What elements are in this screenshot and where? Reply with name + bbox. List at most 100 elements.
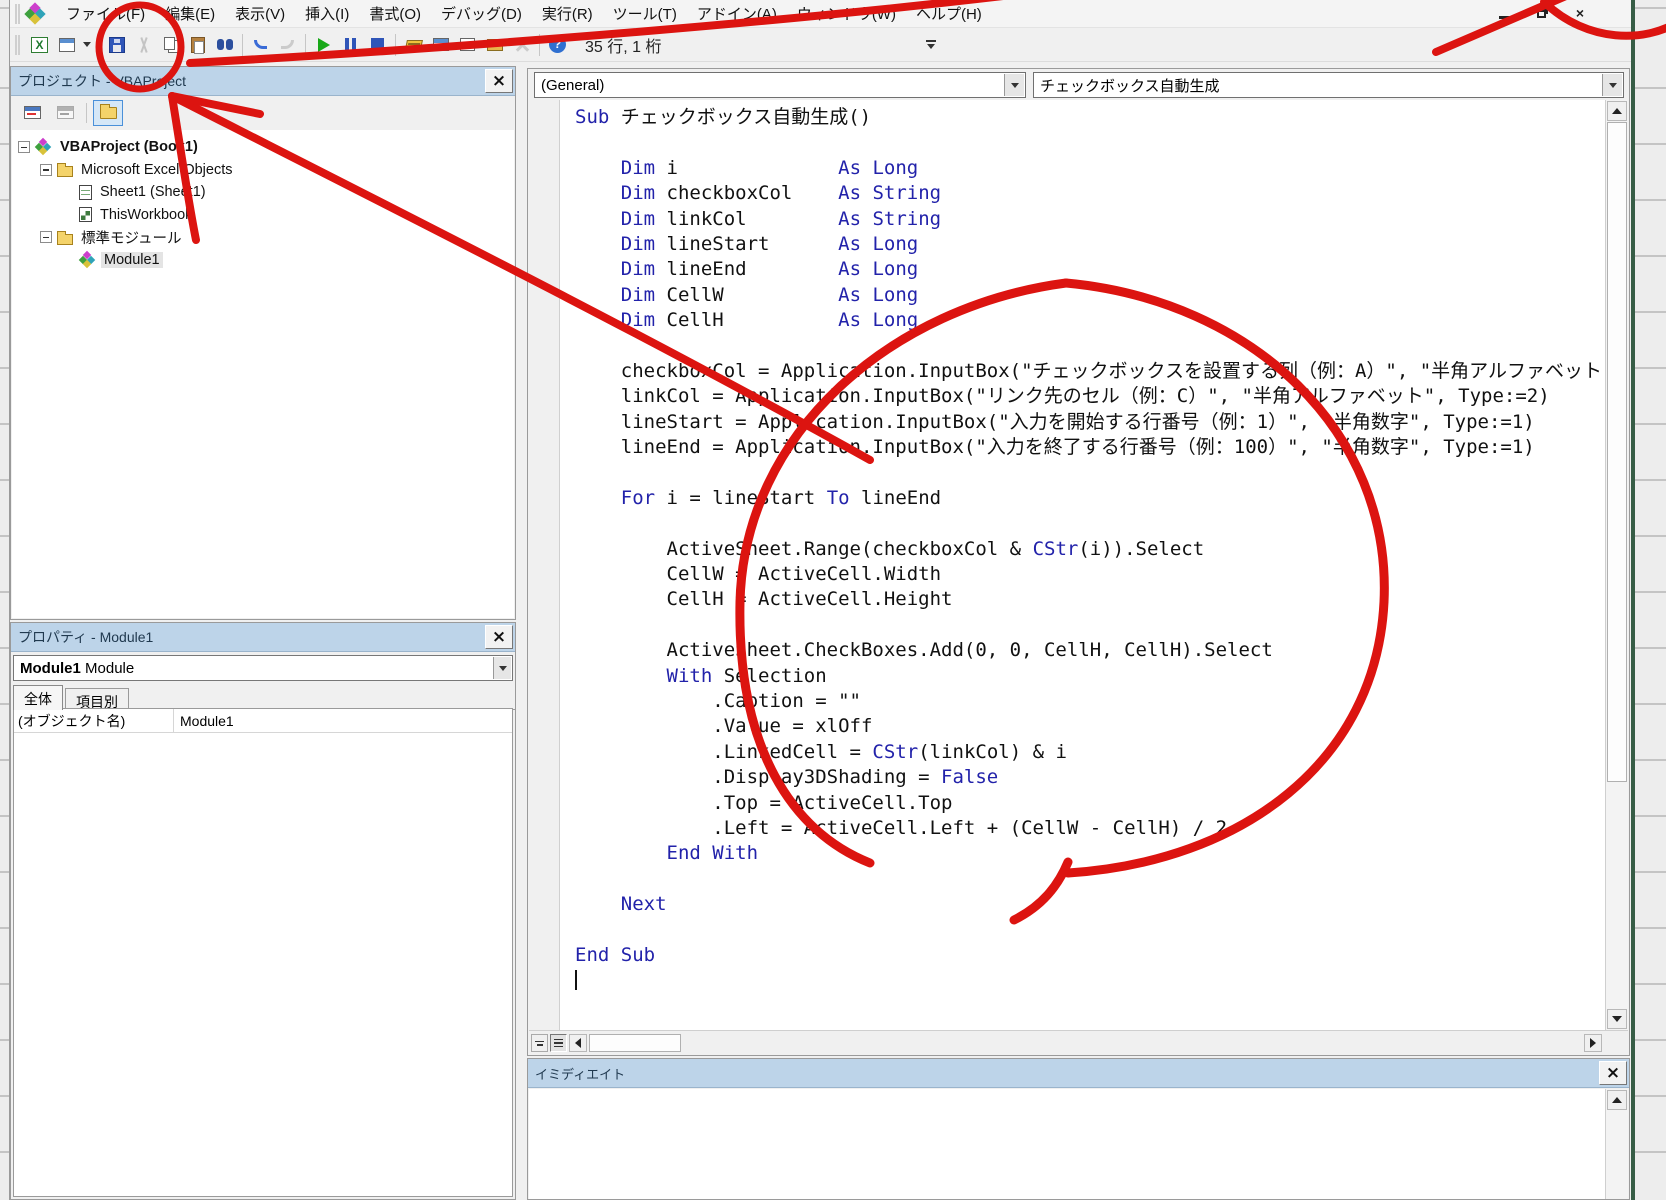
scroll-down-button[interactable] (1607, 1009, 1627, 1029)
tree-item-vbaproject-book1[interactable]: VBAProject (Book1) (18, 136, 514, 159)
undo-button[interactable] (247, 31, 274, 58)
code-line: Dim i As Long (575, 156, 1605, 181)
properties-window-button[interactable] (454, 31, 481, 58)
immediate-panel-close-icon[interactable]: × (1599, 1061, 1627, 1085)
menubar-grip[interactable] (15, 4, 20, 24)
toolbar-options-button[interactable] (922, 32, 940, 56)
chevron-down-icon[interactable] (1004, 74, 1024, 96)
help-button[interactable] (544, 31, 571, 58)
menu-item-7[interactable]: 実行(R) (532, 0, 603, 28)
code-horizontal-scrollbar[interactable] (529, 1030, 1628, 1054)
view-code-button[interactable] (17, 100, 47, 126)
tree-item-thisworkbook[interactable]: ThisWorkbook (18, 204, 514, 227)
scroll-up-button[interactable] (1607, 101, 1627, 121)
properties-window-icon (460, 38, 475, 51)
scrollbar-thumb[interactable] (589, 1034, 681, 1052)
property-value: Module1 (174, 713, 234, 729)
toolbar-separator (539, 34, 540, 56)
menu-bar: ファイル(F)編集(E)表示(V)挿入(I)書式(O)デバッグ(D)実行(R)ツ… (10, 0, 1631, 28)
collapse-icon[interactable] (18, 141, 30, 153)
menu-item-5[interactable]: 書式(O) (359, 0, 431, 28)
code-text[interactable]: Sub チェックボックス自動生成() Dim i As Long Dim che… (561, 100, 1605, 1030)
menu-item-4[interactable]: 挿入(I) (295, 0, 359, 28)
object-dropdown[interactable]: (General) (534, 72, 1026, 98)
project-explorer-button[interactable] (427, 31, 454, 58)
procedure-dropdown[interactable]: チェックボックス自動生成 (1033, 72, 1624, 98)
menu-item-9[interactable]: アドイン(A) (687, 0, 787, 28)
immediate-vertical-scrollbar[interactable] (1605, 1089, 1628, 1199)
scrollbar-thumb[interactable] (1607, 122, 1627, 782)
menu-item-6[interactable]: デバッグ(D) (431, 0, 532, 28)
tree-item-module1[interactable]: Module1 (18, 249, 514, 272)
code-line (575, 334, 1605, 359)
properties-panel: プロパティ - Module1 × Module1 Module 全体 項目別 … (10, 622, 516, 1200)
code-line (575, 460, 1605, 485)
object-browser-icon (487, 39, 503, 51)
tree-item-sheet1-sheet1[interactable]: Sheet1 (Sheet1) (18, 181, 514, 204)
menu-item-8[interactable]: ツール(T) (603, 0, 687, 28)
text-cursor (575, 970, 577, 990)
chevron-down-icon[interactable] (493, 657, 511, 679)
properties-panel-title: プロパティ - Module1 (18, 627, 153, 647)
view-object-dropdown-arrow[interactable] (80, 31, 94, 58)
project-panel-toolbar (11, 96, 515, 129)
procedure-view-button[interactable] (531, 1034, 548, 1052)
tab-alphabetic[interactable]: 全体 (13, 685, 63, 710)
properties-panel-close-icon[interactable]: × (485, 625, 513, 649)
excel-button[interactable] (26, 31, 53, 58)
window-controls: × (1493, 4, 1591, 22)
project-panel-close-icon[interactable]: × (485, 69, 513, 93)
code-line: Dim CellH As Long (575, 308, 1605, 333)
restore-button[interactable] (1531, 4, 1553, 22)
chevron-down-icon[interactable] (1602, 74, 1622, 96)
toggle-folders-button[interactable] (93, 100, 123, 126)
code-line: Next (575, 892, 1605, 917)
tree-item-[interactable]: 標準モジュール (18, 226, 514, 249)
code-line: Dim checkboxCol As String (575, 181, 1605, 206)
scroll-left-button[interactable] (569, 1034, 587, 1052)
code-line: .LinkedCell = CStr(linkCol) & i (575, 740, 1605, 765)
reset-button[interactable] (364, 31, 391, 58)
property-row[interactable]: (オブジェクト名) Module1 (14, 709, 512, 733)
properties-panel-titlebar[interactable]: プロパティ - Module1 × (11, 623, 515, 652)
code-line (575, 130, 1605, 155)
save-button[interactable] (103, 31, 130, 58)
menu-item-10[interactable]: ウィンドウ(W) (787, 0, 906, 28)
cut-icon (136, 37, 152, 53)
immediate-window-panel: イミディエイト × (527, 1058, 1630, 1200)
design-mode-button[interactable] (400, 31, 427, 58)
minimize-button[interactable] (1493, 4, 1515, 22)
paste-button[interactable] (184, 31, 211, 58)
toolbar-separator (305, 34, 306, 56)
immediate-window-content[interactable] (529, 1089, 1628, 1199)
collapse-icon[interactable] (40, 164, 52, 176)
find-button[interactable] (211, 31, 238, 58)
scroll-right-button[interactable] (1584, 1034, 1602, 1052)
run-button[interactable] (310, 31, 337, 58)
immediate-panel-titlebar[interactable]: イミディエイト × (528, 1059, 1629, 1088)
toolbar-grip[interactable] (15, 35, 20, 55)
view-object-button[interactable] (53, 31, 80, 58)
standard-toolbar: 35 行, 1 桁 (10, 28, 1631, 62)
sheet-icon (79, 185, 92, 200)
view-object-button[interactable] (50, 100, 80, 126)
menu-item-2[interactable]: 編集(E) (155, 0, 225, 28)
save-icon (109, 37, 125, 53)
code-line: CellH = ActiveCell.Height (575, 587, 1605, 612)
close-button[interactable]: × (1569, 4, 1591, 22)
collapse-icon[interactable] (40, 231, 52, 243)
break-button[interactable] (337, 31, 364, 58)
scroll-up-button[interactable] (1607, 1090, 1627, 1110)
code-vertical-scrollbar[interactable] (1605, 100, 1628, 1030)
menu-item-11[interactable]: ヘルプ(H) (906, 0, 992, 28)
project-panel-titlebar[interactable]: プロジェクト - VBAProject × (11, 67, 515, 96)
code-editor[interactable]: Sub チェックボックス自動生成() Dim i As Long Dim che… (529, 100, 1628, 1030)
tab-categorized[interactable]: 項目別 (65, 688, 129, 710)
object-browser-button[interactable] (481, 31, 508, 58)
menu-item-3[interactable]: 表示(V) (225, 0, 295, 28)
object-selector-dropdown[interactable]: Module1 Module (13, 655, 513, 681)
menu-item-1[interactable]: ファイル(F) (56, 0, 155, 28)
full-module-view-button[interactable] (550, 1034, 567, 1052)
tree-item-microsoft-excel-objects[interactable]: Microsoft Excel Objects (18, 159, 514, 182)
copy-button[interactable] (157, 31, 184, 58)
